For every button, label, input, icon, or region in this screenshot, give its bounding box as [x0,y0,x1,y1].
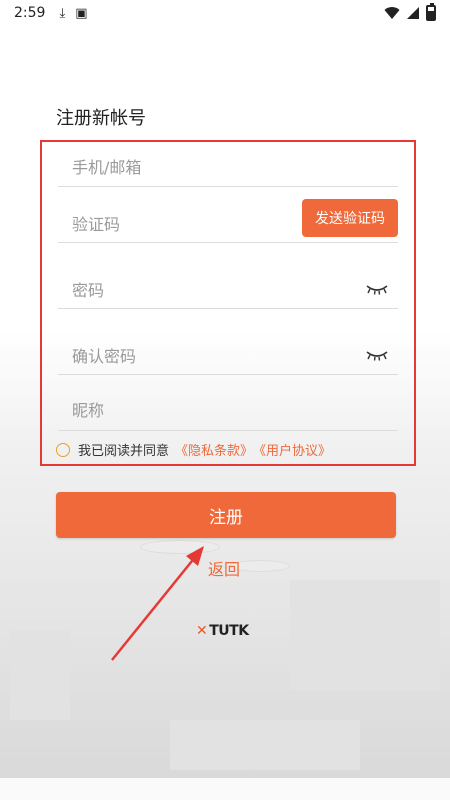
register-button[interactable]: 注册 [56,492,396,538]
privacy-policy-link[interactable]: 《隐私条款》 [175,440,253,459]
verification-code-placeholder: 验证码 [72,215,121,234]
status-bar: 2:59 ⤓ ▣ [0,0,450,26]
verification-code-field[interactable]: 验证码 发送验证码 [58,187,398,243]
password-field[interactable]: 密码 [58,243,398,309]
registration-form: 手机/邮箱 验证码 发送验证码 密码 确认密码 昵称 我已阅读并同意 《隐私条款… [40,140,416,466]
tutk-logo: ✕ TUTK [196,623,249,639]
confirm-password-placeholder: 确认密码 [72,347,137,366]
logo-text: TUTK [209,623,249,639]
bottom-bar [0,778,450,800]
page-title: 注册新帐号 [56,108,146,129]
user-agreement-link[interactable]: 《用户协议》 [253,440,331,459]
stairs-shape [10,630,70,720]
nickname-placeholder: 昵称 [72,401,105,420]
wifi-icon [384,6,400,19]
lamp-shape [140,540,220,554]
download-icon: ⤓ [59,5,66,21]
cabinet-shape [290,580,440,690]
eye-closed-icon[interactable] [366,283,388,295]
agreement-row: 我已阅读并同意 《隐私条款》 《用户协议》 [56,440,331,459]
password-placeholder: 密码 [72,281,105,300]
a-icon: ▣ [75,5,88,21]
status-time: 2:59 [14,5,46,21]
sofa-shape [170,720,360,770]
agree-text: 我已阅读并同意 [78,444,170,459]
battery-icon [426,3,436,21]
agree-radio[interactable] [56,442,70,457]
back-link[interactable]: 返回 [208,556,240,580]
send-code-button[interactable]: 发送验证码 [302,199,398,237]
logo-mark-icon: ✕ [196,623,208,639]
signal-icon [407,7,419,19]
eye-closed-icon[interactable] [366,349,388,361]
phone-email-field[interactable]: 手机/邮箱 [58,142,398,187]
phone-email-placeholder: 手机/邮箱 [72,158,142,177]
confirm-password-field[interactable]: 确认密码 [58,309,398,375]
nickname-field[interactable]: 昵称 [58,375,398,431]
